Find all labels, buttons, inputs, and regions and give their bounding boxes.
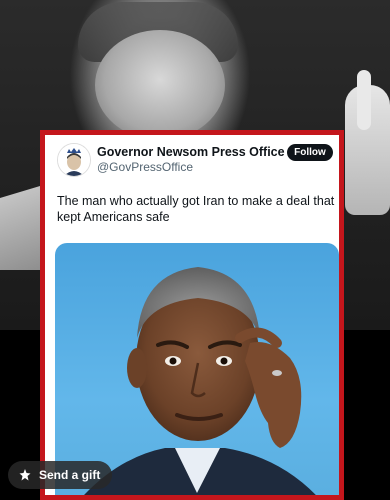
send-gift-label: Send a gift bbox=[39, 468, 101, 482]
account-name-text: Governor Newsom Press Office bbox=[97, 145, 285, 159]
account-handle[interactable]: @GovPressOffice bbox=[97, 160, 193, 174]
follow-button[interactable]: Follow bbox=[287, 144, 333, 161]
account-avatar[interactable] bbox=[57, 143, 91, 177]
account-name[interactable]: Governor Newsom Press Office bbox=[97, 145, 300, 159]
send-gift-button[interactable]: Send a gift bbox=[8, 461, 112, 489]
background-figure-face bbox=[95, 30, 225, 140]
background-raised-finger bbox=[357, 70, 371, 130]
gift-icon bbox=[19, 469, 31, 481]
tweet-card: Governor Newsom Press Office @GovPressOf… bbox=[40, 130, 344, 500]
seal-avatar-icon bbox=[58, 144, 90, 176]
tweet-text: The man who actually got Iran to make a … bbox=[57, 194, 335, 224]
